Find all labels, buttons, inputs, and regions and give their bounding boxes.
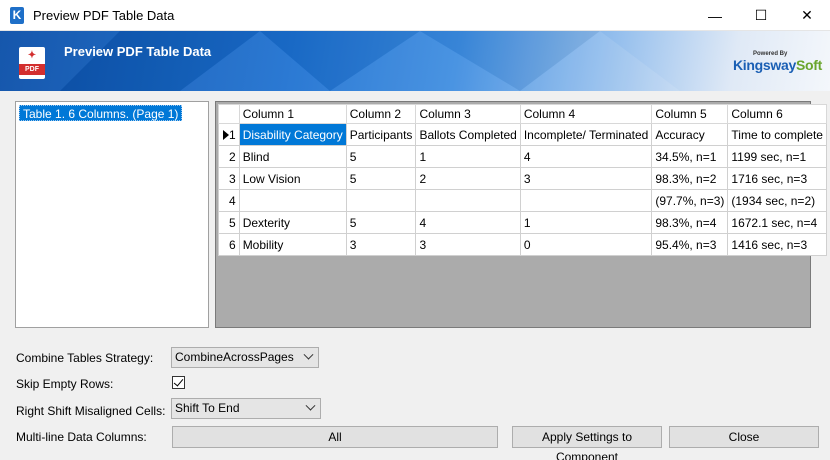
grid-header-row: Column 1 Column 2 Column 3 Column 4 Colu… (218, 104, 827, 124)
column-header[interactable]: Column 6 (727, 104, 827, 124)
table-row[interactable]: 4 (97.7%, n=3) (1934 sec, n=2) (218, 189, 827, 212)
grid-corner-cell[interactable] (218, 104, 240, 124)
grid-cell[interactable] (238, 189, 347, 212)
row-header[interactable]: 6 (218, 233, 240, 256)
grid-cell[interactable]: Accuracy (651, 123, 729, 146)
column-header[interactable]: Column 4 (519, 104, 653, 124)
column-header[interactable]: Column 5 (651, 104, 729, 124)
checkmark-icon (173, 376, 184, 387)
title-bar: K Preview PDF Table Data — ☐ ✕ (0, 0, 830, 31)
right-shift-label: Right Shift Misaligned Cells: (16, 404, 166, 418)
grid-cell[interactable]: Mobility (238, 233, 347, 256)
row-header[interactable]: 3 (218, 167, 240, 190)
grid-cell[interactable]: 3 (415, 233, 521, 256)
grid-cell[interactable]: 34.5%, n=1 (651, 145, 729, 168)
grid-cell[interactable]: 1 (415, 145, 521, 168)
table-row[interactable]: 5 Dexterity 5 4 1 98.3%, n=4 1672.1 sec,… (218, 211, 827, 234)
grid-cell[interactable]: 98.3%, n=4 (651, 211, 729, 234)
grid-cell[interactable]: 4 (415, 211, 521, 234)
grid-cell[interactable]: Blind (238, 145, 347, 168)
row-number: 4 (229, 193, 236, 208)
brand-name: KingswaySoft (733, 57, 822, 73)
grid-cell[interactable]: 5 (345, 211, 417, 234)
right-shift-value: Shift To End (175, 401, 240, 415)
row-header[interactable]: 2 (218, 145, 240, 168)
grid-cell[interactable] (415, 189, 521, 212)
data-grid[interactable]: Column 1 Column 2 Column 3 Column 4 Colu… (215, 101, 827, 328)
column-header[interactable]: Column 2 (345, 104, 417, 124)
header-banner: ✦ PDF Preview PDF Table Data Powered By … (0, 31, 830, 91)
grid-cell[interactable]: Participants (345, 123, 417, 146)
skip-empty-rows-checkbox[interactable] (172, 376, 185, 389)
grid-cell[interactable]: 1199 sec, n=1 (727, 145, 827, 168)
table-row[interactable]: 6 Mobility 3 3 0 95.4%, n=3 1416 sec, n=… (218, 233, 827, 256)
row-header[interactable]: 5 (218, 211, 240, 234)
table-row[interactable]: 2 Blind 5 1 4 34.5%, n=1 1199 sec, n=1 (218, 145, 827, 168)
grid-cell[interactable]: (1934 sec, n=2) (727, 189, 827, 212)
chevron-down-icon (305, 400, 316, 411)
grid-cell[interactable]: 4 (519, 145, 653, 168)
multiline-columns-button[interactable]: All (172, 426, 498, 448)
pdf-icon-label: PDF (19, 64, 45, 75)
grid-cell[interactable]: 0 (519, 233, 653, 256)
grid-cell[interactable]: 95.4%, n=3 (651, 233, 729, 256)
banner-pattern (0, 31, 680, 91)
grid-cell[interactable]: 1416 sec, n=3 (727, 233, 827, 256)
skip-empty-rows-label: Skip Empty Rows: (16, 377, 114, 391)
grid-cell[interactable]: Time to complete (727, 123, 827, 146)
close-button[interactable]: Close (669, 426, 819, 448)
grid-cell[interactable]: 5 (345, 167, 417, 190)
apply-settings-button[interactable]: Apply Settings to Component (512, 426, 662, 460)
grid-cell[interactable]: 3 (519, 167, 653, 190)
grid-cell[interactable]: 2 (415, 167, 521, 190)
grid-cell[interactable]: 1 (519, 211, 653, 234)
table-row[interactable]: 1 Disability Category Participants Ballo… (218, 123, 827, 146)
tables-list[interactable]: Table 1. 6 Columns. (Page 1) (15, 101, 209, 328)
kingswaysoft-logo: Powered By KingswaySoft (733, 51, 823, 77)
grid-cell[interactable]: Ballots Completed (415, 123, 521, 146)
brand-name-part1: Kingsway (733, 57, 796, 73)
combine-strategy-label: Combine Tables Strategy: (16, 351, 154, 365)
window-title: Preview PDF Table Data (33, 8, 175, 23)
row-header[interactable]: 1 (218, 123, 240, 146)
grid-cell[interactable]: 1716 sec, n=3 (727, 167, 827, 190)
grid-cell[interactable] (519, 189, 653, 212)
column-header[interactable]: Column 3 (415, 104, 521, 124)
row-number: 3 (229, 171, 236, 186)
row-number: 1 (229, 127, 236, 142)
grid-cell[interactable]: Incomplete/ Terminated (519, 123, 653, 146)
minimize-button[interactable]: — (692, 0, 738, 31)
banner-title: Preview PDF Table Data (64, 44, 212, 59)
multiline-columns-label: Multi-line Data Columns: (16, 430, 147, 444)
data-grid-table: Column 1 Column 2 Column 3 Column 4 Colu… (218, 104, 827, 256)
grid-cell[interactable]: Dexterity (238, 211, 347, 234)
row-header[interactable]: 4 (218, 189, 240, 212)
close-window-button[interactable]: ✕ (784, 0, 830, 31)
row-number: 5 (229, 215, 236, 230)
right-shift-select[interactable]: Shift To End (171, 398, 321, 419)
brand-name-part2: Soft (795, 57, 822, 73)
grid-cell[interactable]: 5 (345, 145, 417, 168)
grid-cell[interactable]: 98.3%, n=2 (651, 167, 729, 190)
acrobat-mark: ✦ (27, 50, 37, 61)
grid-cell[interactable] (345, 189, 417, 212)
grid-cell[interactable]: 3 (345, 233, 417, 256)
pdf-icon: ✦ PDF (19, 47, 45, 79)
combine-strategy-value: CombineAcrossPages (175, 350, 294, 364)
combine-strategy-select[interactable]: CombineAcrossPages (171, 347, 319, 368)
maximize-button[interactable]: ☐ (738, 0, 784, 31)
tree-item-table-1[interactable]: Table 1. 6 Columns. (Page 1) (19, 105, 183, 121)
grid-cell[interactable]: Low Vision (238, 167, 347, 190)
row-number: 6 (229, 237, 236, 252)
column-header[interactable]: Column 1 (238, 104, 347, 124)
grid-cell[interactable]: 1672.1 sec, n=4 (727, 211, 827, 234)
chevron-down-icon (303, 349, 314, 360)
row-number: 2 (229, 149, 236, 164)
grid-cell[interactable]: Disability Category (238, 123, 347, 146)
grid-cell[interactable]: (97.7%, n=3) (651, 189, 729, 212)
table-row[interactable]: 3 Low Vision 5 2 3 98.3%, n=2 1716 sec, … (218, 167, 827, 190)
app-icon: K (10, 7, 24, 24)
current-row-arrow-icon (223, 130, 229, 140)
